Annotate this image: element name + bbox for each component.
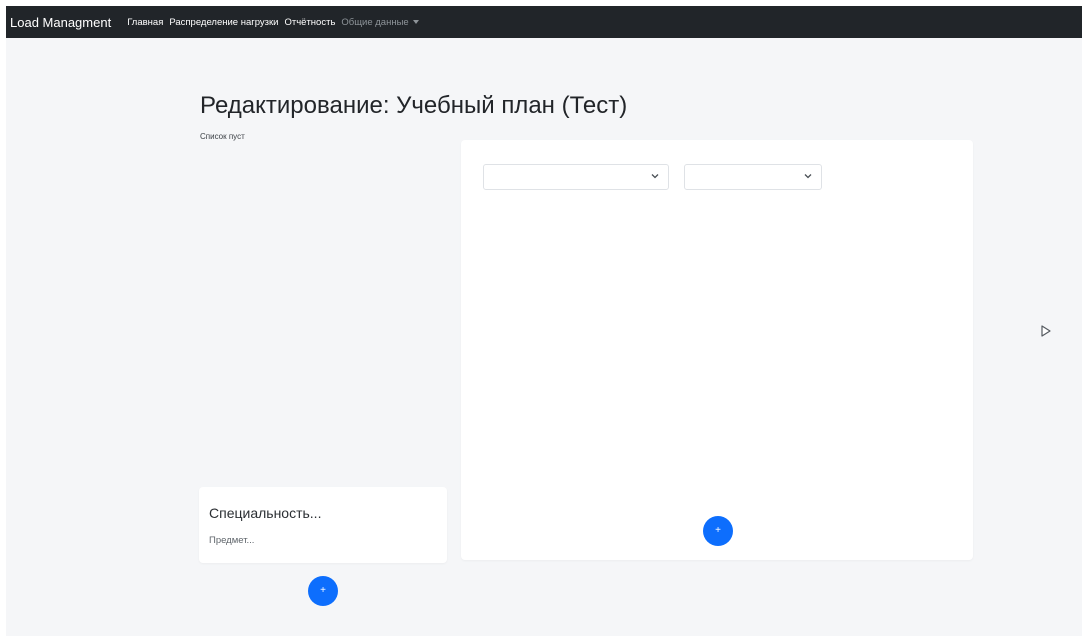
brand-logo[interactable]: Load Managment [10, 15, 111, 30]
add-item-button[interactable]: + [703, 516, 733, 546]
select-dropdown-2[interactable] [684, 164, 822, 190]
select-dropdown-1[interactable] [483, 164, 669, 190]
add-specialty-button[interactable]: + [308, 576, 338, 606]
nav-link-reports[interactable]: Отчётность [284, 17, 335, 28]
page-title: Редактирование: Учебный план (Тест) [200, 92, 628, 119]
empty-list-note: Список пуст [200, 132, 245, 141]
subject-subtitle: Предмет... [209, 535, 255, 546]
chevron-down-icon [651, 174, 659, 179]
nav-link-home[interactable]: Главная [127, 17, 163, 28]
specialty-title: Специальность... [209, 505, 322, 521]
specialty-card[interactable]: Специальность... Предмет... [199, 487, 447, 563]
chevron-down-icon [804, 174, 812, 179]
app-window: Load Managment Главная Распределение наг… [6, 6, 1082, 636]
top-navbar: Load Managment Главная Распределение наг… [6, 6, 1082, 38]
nav-link-common-data-label: Общие данные [341, 16, 409, 28]
caret-down-icon [412, 19, 419, 24]
nav-link-load-distribution[interactable]: Распределение нагрузки [169, 17, 278, 28]
mouse-cursor-icon [1041, 325, 1051, 337]
main-editor-card: + [461, 140, 973, 560]
nav-dropdown-common-data[interactable]: Общие данные [341, 16, 419, 28]
